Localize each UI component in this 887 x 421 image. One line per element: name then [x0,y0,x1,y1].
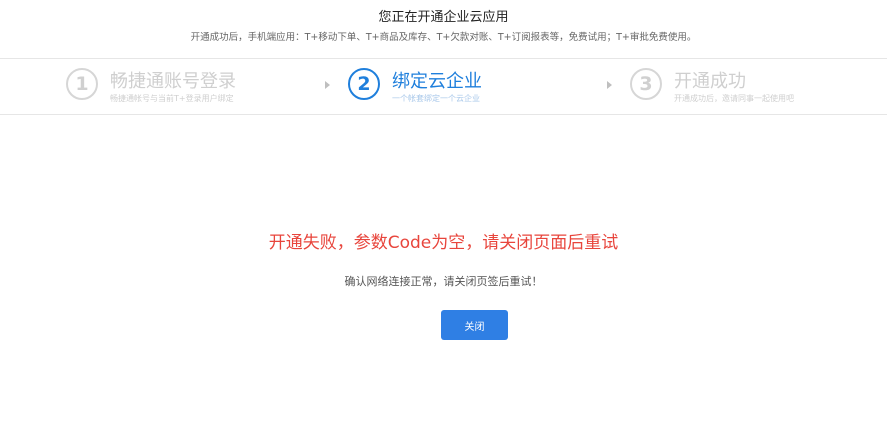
chevron-right-icon [607,81,612,89]
step-desc-bind: 一个帐套绑定一个云企业 [392,94,480,103]
error-message: 开通失败，参数Code为空，请关闭页面后重试 [268,233,619,253]
step-name-bind: 绑定云企业 [392,71,482,92]
step-number-1: 1 [66,68,98,100]
progress-steps: 1 畅捷通账号登录 畅捷通帐号与当前T+登录用户绑定 2 绑定云企业 一个帐套绑… [0,58,887,115]
step-number-2: 2 [348,68,380,100]
step-name-login: 畅捷通账号登录 [110,71,236,92]
error-panel: 开通失败，参数Code为空，请关闭页面后重试 确认网络连接正常，请关闭页签后重试… [0,116,887,421]
close-button[interactable]: 关闭 [441,310,508,340]
page-title: 您正在开通企业云应用 [378,10,509,25]
error-hint: 确认网络连接正常，请关闭页签后重试！ [344,275,543,288]
page-subtitle: 开通成功后，手机端应用：T+移动下单、T+商品及库存、T+欠款对账、T+订阅报表… [190,32,697,43]
step-desc-success: 开通成功后，邀请同事一起使用吧 [674,94,794,103]
step-number-3: 3 [630,68,662,100]
step-desc-login: 畅捷通帐号与当前T+登录用户绑定 [110,94,234,103]
step-name-success: 开通成功 [674,71,746,92]
chevron-right-icon [325,81,330,89]
page-header: 您正在开通企业云应用 开通成功后，手机端应用：T+移动下单、T+商品及库存、T+… [0,0,887,58]
